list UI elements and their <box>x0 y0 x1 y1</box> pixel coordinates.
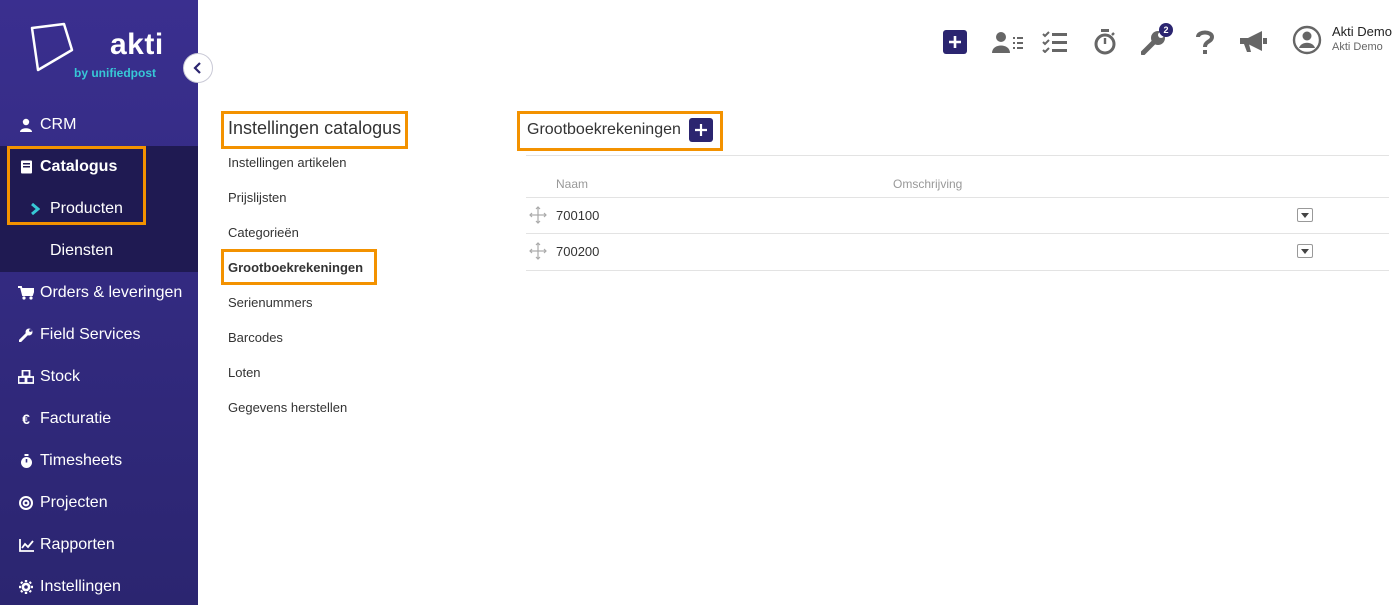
timer-button[interactable] <box>1093 28 1117 56</box>
sidebar-item-timesheets[interactable]: Timesheets <box>0 440 198 482</box>
plus-icon <box>695 124 707 136</box>
chevron-left-icon <box>193 62 201 74</box>
user-circle-icon <box>1292 25 1322 55</box>
sidebar-item-catalogus[interactable]: Catalogus <box>0 146 198 188</box>
chart-icon <box>18 537 34 553</box>
sidebar: akti by unifiedpost CRM Catalogus Produc… <box>0 0 198 605</box>
caret-down-icon <box>1301 212 1309 218</box>
logo-mark-icon <box>30 22 74 72</box>
contacts-list-button[interactable] <box>992 28 1024 56</box>
sidebar-item-projecten[interactable]: Projecten <box>0 482 198 524</box>
logo-subtext: by unifiedpost <box>74 66 156 80</box>
cubes-icon <box>18 369 34 385</box>
row-name: 700100 <box>556 208 600 223</box>
user-icon <box>18 117 34 133</box>
row-actions-dropdown[interactable] <box>1297 244 1313 258</box>
table-row[interactable]: 700100 <box>526 197 1389 234</box>
wrench-icon <box>18 327 34 343</box>
table-row[interactable]: 700200 <box>526 234 1389 271</box>
user-company: Akti Demo <box>1332 41 1383 53</box>
megaphone-icon <box>1240 31 1267 52</box>
collapse-sidebar-button[interactable] <box>183 53 213 83</box>
stopwatch-icon <box>18 453 34 469</box>
target-icon <box>18 495 34 511</box>
user-name[interactable]: Akti Demo <box>1332 24 1392 39</box>
chevron-right-icon <box>30 202 41 220</box>
sidebar-item-label: Orders & leveringen <box>40 284 183 301</box>
user-menu-button[interactable] <box>1292 25 1322 55</box>
page-title: Grootboekrekeningen <box>527 121 681 138</box>
cart-icon <box>18 285 34 301</box>
row-actions-dropdown[interactable] <box>1297 208 1313 222</box>
gear-icon <box>18 579 34 595</box>
sidebar-item-label: Facturatie <box>40 410 112 427</box>
sidebar-item-rapporten[interactable]: Rapporten <box>0 524 198 566</box>
drag-handle-icon[interactable] <box>529 206 547 229</box>
sidebar-item-label: Timesheets <box>40 452 123 469</box>
euro-icon: € <box>22 411 30 427</box>
column-header-naam: Naam <box>556 177 589 191</box>
user-list-icon <box>992 32 1023 53</box>
settings-link-serienummers[interactable]: Serienummers <box>228 295 313 310</box>
settings-link-gegevens-herstellen[interactable]: Gegevens herstellen <box>228 400 347 415</box>
plus-square-icon <box>943 30 967 54</box>
sidebar-item-crm[interactable]: CRM <box>0 104 198 146</box>
logo[interactable]: akti by unifiedpost <box>0 0 198 104</box>
help-button[interactable] <box>1194 28 1216 56</box>
sidebar-item-label: Stock <box>40 368 81 385</box>
settings-link-loten[interactable]: Loten <box>228 365 261 380</box>
sidebar-item-label: Projecten <box>40 494 108 511</box>
column-header-omschrijving: Omschrijving <box>893 177 963 191</box>
sidebar-subitem-producten[interactable]: Producten <box>0 188 198 230</box>
sidebar-subitem-label: Producten <box>50 200 123 217</box>
tools-button[interactable]: 2 <box>1140 23 1173 56</box>
catalogus-submenu: Producten Diensten <box>0 188 198 272</box>
sidebar-item-label: Catalogus <box>40 158 118 175</box>
settings-link-categorieen[interactable]: Categorieën <box>228 225 299 240</box>
sidebar-subitem-diensten[interactable]: Diensten <box>0 230 198 272</box>
sidebar-item-label: Field Services <box>40 326 141 343</box>
sidebar-subitem-label: Diensten <box>50 242 114 259</box>
checklist-icon <box>1042 31 1067 53</box>
logo-text: akti <box>110 28 164 61</box>
settings-link-grootboekrekeningen[interactable]: Grootboekrekeningen <box>228 260 363 275</box>
sidebar-nav: CRM Catalogus Producten Diensten Orders … <box>0 104 198 605</box>
question-icon <box>1196 30 1215 54</box>
drag-handle-icon[interactable] <box>529 242 547 265</box>
quick-add-button[interactable] <box>942 28 968 56</box>
sidebar-item-instellingen[interactable]: Instellingen <box>0 566 198 605</box>
sidebar-item-facturatie[interactable]: € Facturatie <box>0 398 198 440</box>
settings-link-barcodes[interactable]: Barcodes <box>228 330 283 345</box>
caret-down-icon <box>1301 248 1309 254</box>
book-icon <box>18 159 34 175</box>
settings-link-prijslijsten[interactable]: Prijslijsten <box>228 190 287 205</box>
sidebar-item-label: Rapporten <box>40 536 115 553</box>
header-divider <box>526 155 1389 156</box>
add-grootboekrekening-button[interactable] <box>689 118 713 142</box>
sidebar-item-stock[interactable]: Stock <box>0 356 198 398</box>
sidebar-item-field-services[interactable]: Field Services <box>0 314 198 356</box>
notification-badge: 2 <box>1159 23 1173 37</box>
sidebar-item-orders[interactable]: Orders & leveringen <box>0 272 198 314</box>
sidebar-item-label: CRM <box>40 116 77 133</box>
settings-link-instellingen-artikelen[interactable]: Instellingen artikelen <box>228 155 347 170</box>
sidebar-item-label: Instellingen <box>40 578 121 595</box>
tasks-button[interactable] <box>1042 28 1068 56</box>
announcements-button[interactable] <box>1238 28 1268 56</box>
stopwatch-icon <box>1094 29 1116 55</box>
row-name: 700200 <box>556 244 600 259</box>
settings-nav-title: Instellingen catalogus <box>228 118 402 138</box>
